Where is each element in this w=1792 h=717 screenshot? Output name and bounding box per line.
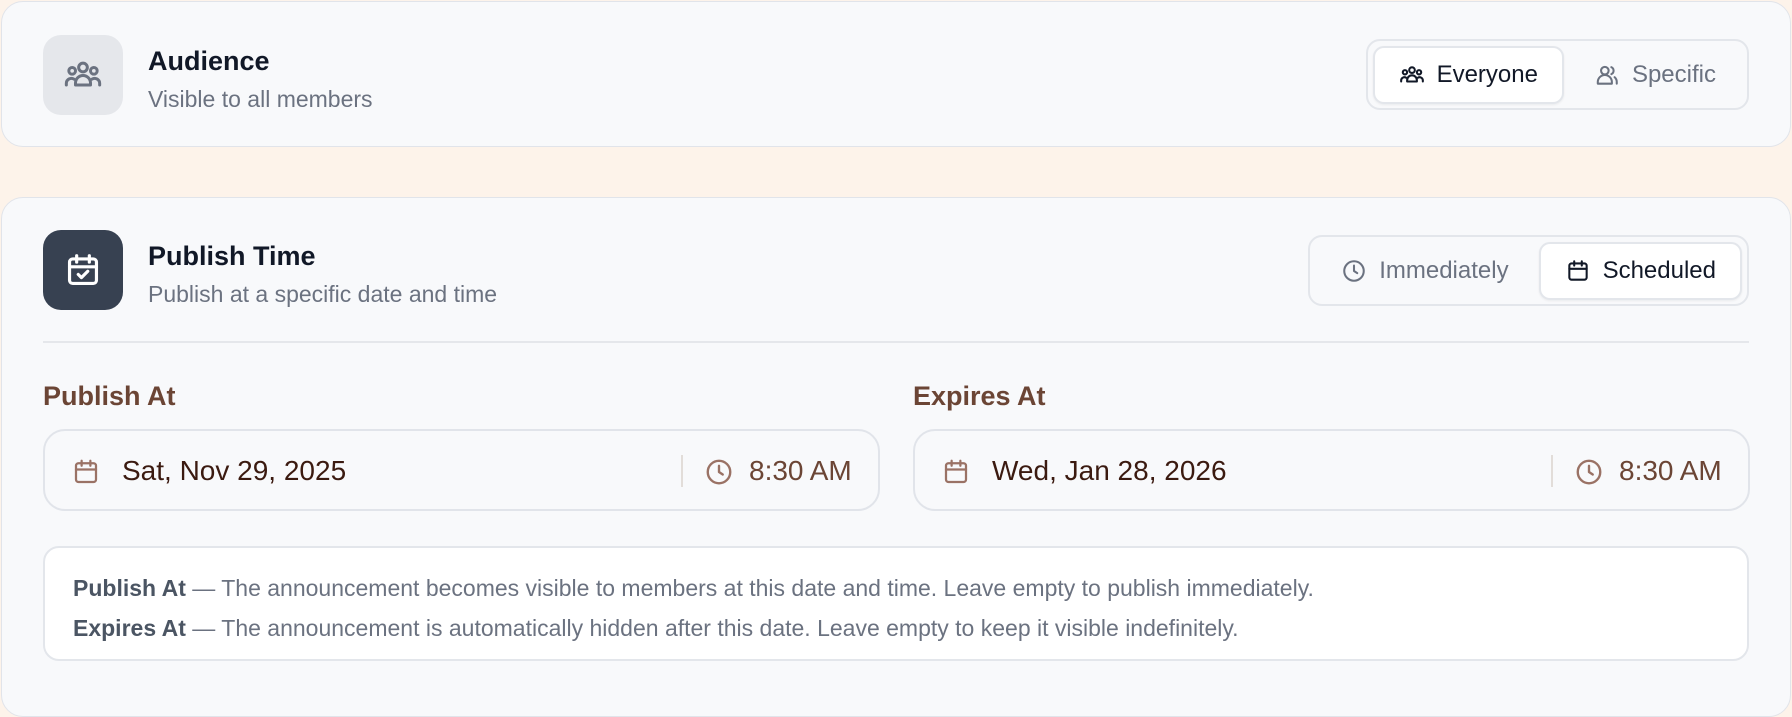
help-term-publish: Publish At [73, 575, 186, 601]
expires-at-label: Expires At [913, 381, 1046, 411]
calendar-icon [941, 457, 971, 492]
field-separator [681, 455, 683, 487]
expires-at-field[interactable]: Wed, Jan 28, 2026 8:30 AM [913, 429, 1750, 511]
help-text-expires: — The announcement is automatically hidd… [185, 615, 1239, 641]
publish-time-title: Publish Time [148, 241, 316, 271]
audience-subtitle: Visible to all members [148, 86, 373, 112]
user-icon [1596, 65, 1618, 85]
calendar-icon [1567, 259, 1588, 281]
audience-toggle: Everyone Specific [1365, 39, 1749, 110]
everyone-label: Everyone [1436, 60, 1538, 88]
specific-label: Specific [1631, 60, 1716, 88]
specific-button[interactable]: Specific [1568, 46, 1742, 104]
publish-at-date[interactable]: Sat, Nov 29, 2025 [122, 455, 346, 487]
scheduled-button[interactable]: Scheduled [1538, 241, 1742, 300]
audience-card: Audience Visible to all members Everyone… [1, 1, 1791, 147]
help-term-expires: Expires At [73, 615, 186, 641]
everyone-button[interactable]: Everyone [1372, 45, 1564, 104]
publish-time-subtitle: Publish at a specific date and time [148, 281, 498, 307]
immediately-button[interactable]: Immediately [1315, 242, 1534, 300]
field-separator [1551, 455, 1553, 487]
publish-time-card: Publish Time Publish at a specific date … [1, 197, 1791, 717]
expires-at-date[interactable]: Wed, Jan 28, 2026 [992, 455, 1227, 487]
publish-at-label: Publish At [43, 381, 176, 411]
publish-at-time[interactable]: 8:30 AM [749, 455, 852, 487]
publish-time-toggle: Immediately Scheduled [1308, 235, 1749, 306]
clock-icon [1574, 457, 1604, 492]
help-box: Publish At — The announcement becomes vi… [43, 546, 1749, 661]
divider [43, 341, 1749, 343]
help-text-publish: — The announcement becomes visible to me… [185, 575, 1314, 601]
help-line-expires: Expires At — The announcement is automat… [73, 608, 1719, 648]
calendar-check-icon [43, 230, 123, 310]
scheduled-label: Scheduled [1602, 256, 1716, 284]
immediately-label: Immediately [1379, 256, 1509, 284]
users-icon [43, 35, 123, 115]
expires-at-time[interactable]: 8:30 AM [1619, 455, 1722, 487]
clock-icon [1343, 259, 1365, 282]
help-line-publish: Publish At — The announcement becomes vi… [73, 568, 1719, 608]
publish-at-field[interactable]: Sat, Nov 29, 2025 8:30 AM [43, 429, 880, 511]
audience-title: Audience [148, 46, 270, 76]
clock-icon [704, 457, 734, 492]
calendar-icon [71, 457, 101, 492]
users-icon [1399, 65, 1424, 83]
